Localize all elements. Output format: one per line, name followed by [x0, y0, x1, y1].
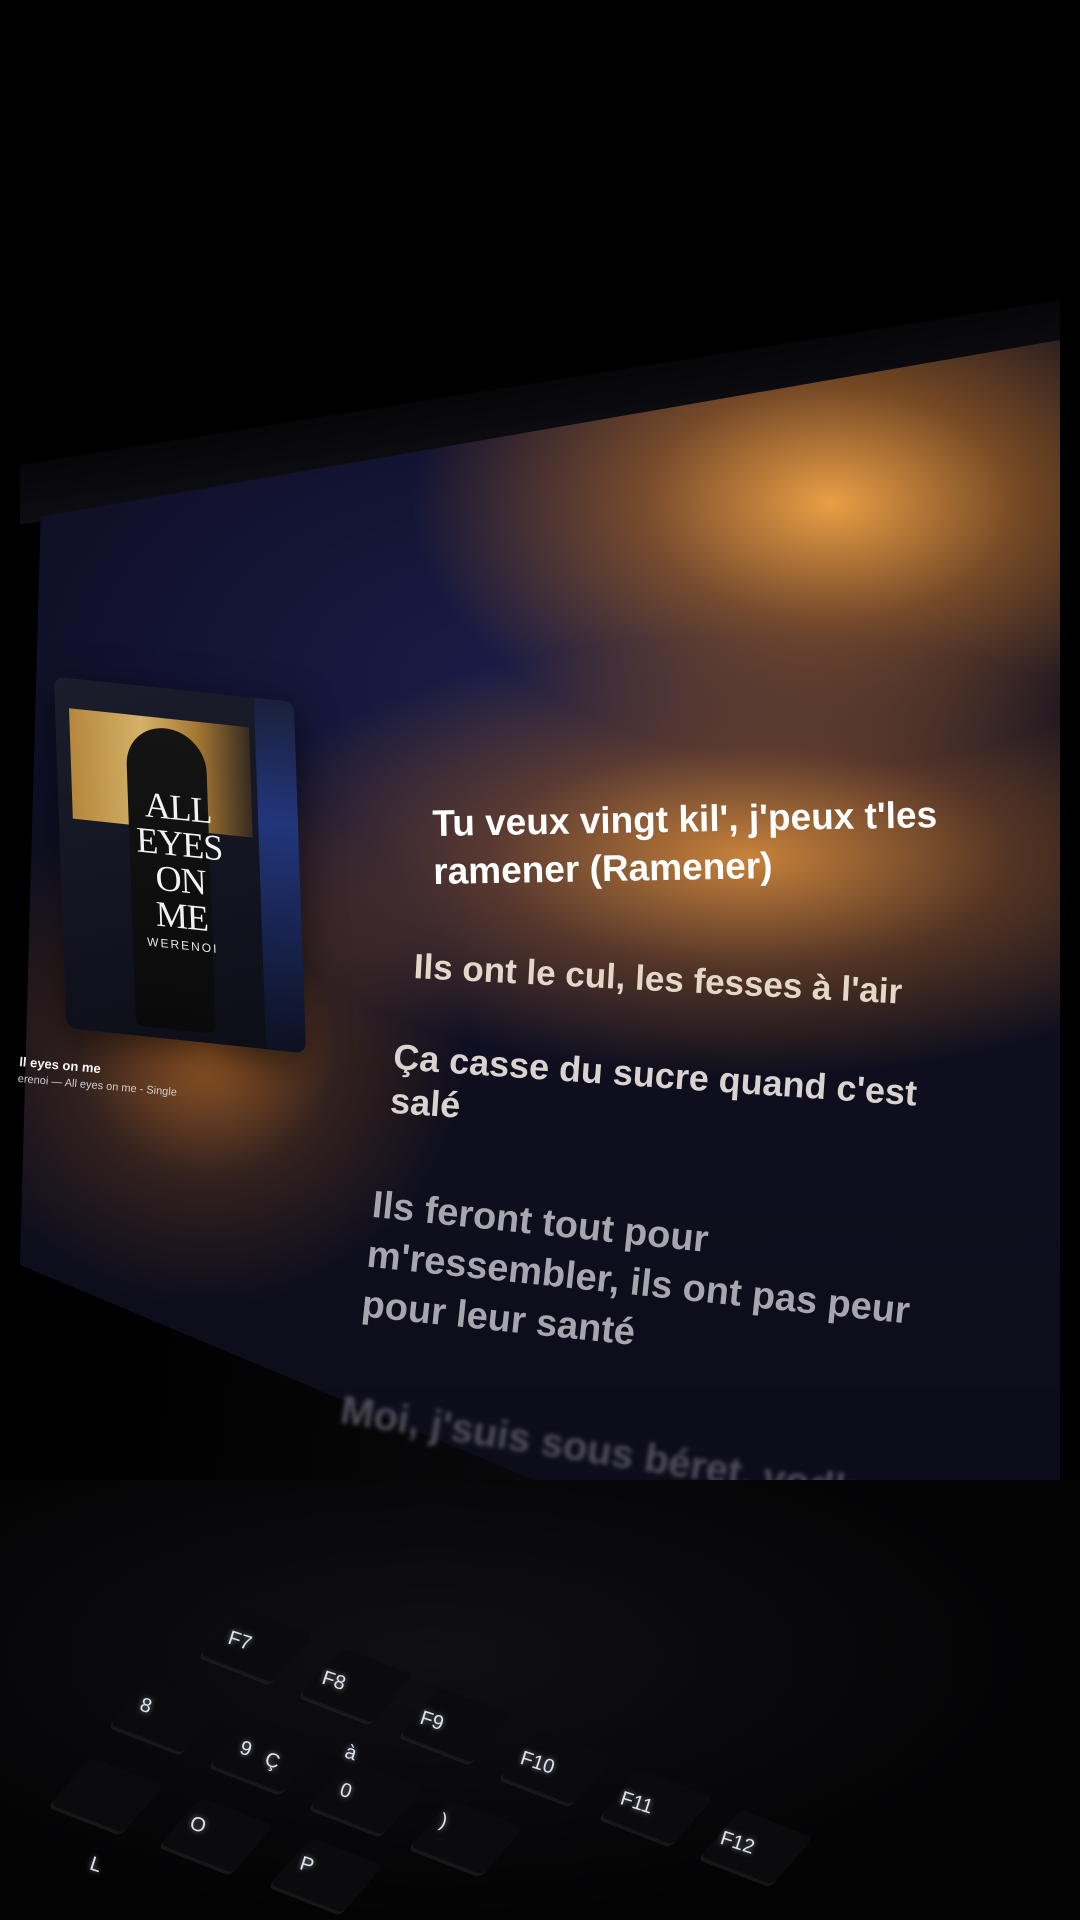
laptop-keyboard: F7 F8 F9 F10 F11 F12 8 9 0 Ç à O P ) L	[0, 1480, 1080, 1920]
keyboard-key	[308, 1759, 424, 1837]
keyboard-key	[268, 1837, 384, 1915]
keyboard-key	[598, 1769, 714, 1847]
keyboard-key	[108, 1677, 224, 1755]
lyric-line-current[interactable]: Tu veux vingt kil', j'peux t'les ramener…	[432, 791, 954, 896]
photo-scene: ALL EYES ON ME WERENOI ll eyes on me ere…	[0, 0, 1080, 1920]
keyboard-key	[198, 1607, 314, 1685]
keyboard-key	[408, 1799, 524, 1877]
album-artwork[interactable]: ALL EYES ON ME WERENOI	[53, 676, 307, 1054]
keyboard-key	[398, 1687, 514, 1765]
album-title: ALL EYES ON ME	[135, 784, 223, 940]
key-label: L	[87, 1852, 105, 1878]
keyboard-key	[158, 1797, 274, 1875]
keyboard-key	[48, 1757, 164, 1835]
keyboard-key	[698, 1809, 814, 1887]
keyboard-key	[498, 1729, 614, 1807]
keyboard-key	[298, 1647, 414, 1725]
